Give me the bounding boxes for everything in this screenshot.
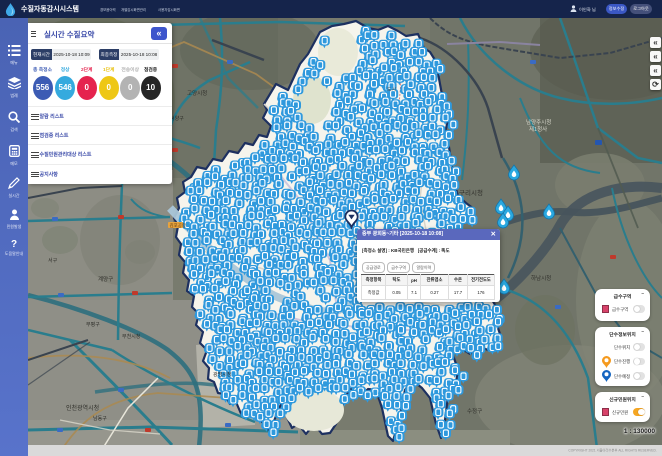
svg-text:계양구: 계양구 bbox=[98, 275, 113, 283]
svg-text:수정구: 수정구 bbox=[467, 408, 482, 415]
svg-text:부평구: 부평구 bbox=[86, 321, 100, 328]
svg-text:도시: 도시 bbox=[387, 87, 396, 93]
svg-text:남양주시청: 남양주시청 bbox=[526, 118, 551, 126]
svg-text:부천시청: 부천시청 bbox=[122, 333, 140, 340]
svg-text:광명시청: 광명시청 bbox=[213, 371, 231, 378]
svg-text:서구: 서구 bbox=[48, 257, 58, 264]
svg-text:제1청사: 제1청사 bbox=[529, 125, 547, 133]
svg-text:하남시청: 하남시청 bbox=[531, 274, 551, 282]
svg-text:인천광역시청: 인천광역시청 bbox=[66, 404, 99, 412]
svg-text:구리시청: 구리시청 bbox=[459, 188, 483, 197]
svg-text:덕양구: 덕양구 bbox=[170, 115, 184, 122]
svg-text:김포공항: 김포공항 bbox=[170, 222, 187, 228]
svg-text:고양시청: 고양시청 bbox=[187, 89, 207, 97]
svg-text:남동구: 남동구 bbox=[93, 415, 107, 422]
